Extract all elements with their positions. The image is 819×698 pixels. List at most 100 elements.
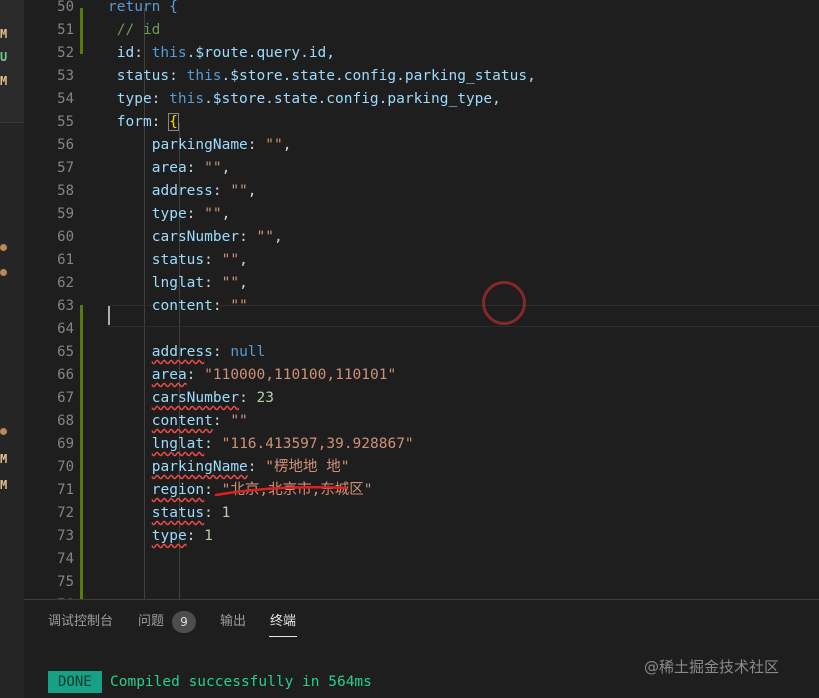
code-token: , (221, 160, 231, 176)
code-line: status: "", (152, 249, 248, 272)
code-token: : (212, 183, 231, 199)
line-number: 61 (57, 252, 74, 268)
line-number: 73 (57, 528, 74, 544)
code-token: : (247, 459, 266, 475)
line-number: 72 (57, 505, 74, 521)
code-line: lnglat: "116.413597,39.928867" (152, 433, 414, 456)
bottom-panel: 调试控制台 问题 9 输出 终端 DONE Compiled successfu… (24, 599, 819, 698)
code-token: : (151, 114, 170, 130)
code-line: id: this.$route.query.id, (117, 42, 335, 65)
code-line: content: "" (152, 410, 248, 433)
tab-debug-console[interactable]: 调试控制台 (48, 613, 113, 631)
code-token: form (116, 114, 152, 130)
code-token: "110000,110100,110101" (204, 367, 397, 383)
line-number: 67 (57, 390, 74, 406)
red-annotation-underline (214, 486, 348, 497)
code-token: "116.413597,39.928867" (221, 436, 414, 452)
code-token: "" (230, 183, 248, 199)
code-token: .$route.query.id, (186, 45, 336, 61)
code-line: area: "", (152, 157, 231, 180)
code-token: : (186, 160, 205, 176)
code-line: address: "", (152, 180, 257, 203)
code-line: type: this.$store.state.config.parking_t… (117, 88, 501, 111)
code-token: status (151, 505, 205, 521)
code-token: null (230, 344, 266, 360)
code-token: id (116, 45, 135, 61)
tab-terminal[interactable]: 终端 (270, 613, 296, 631)
text-cursor (108, 306, 110, 325)
code-token: return { (108, 0, 178, 15)
explorer-strip: M U M M M (0, 0, 24, 698)
code-token: , (239, 275, 248, 291)
code-token: status (151, 252, 205, 268)
git-status-modified: M (0, 74, 8, 88)
code-token: : (186, 206, 205, 222)
git-change-dot-icon (0, 244, 7, 251)
code-token: "" (265, 137, 283, 153)
code-token: lnglat (151, 436, 205, 452)
line-number: 51 (57, 22, 74, 38)
git-gutter-modified (80, 8, 83, 54)
code-token: addres (151, 344, 205, 360)
code-editor[interactable]: 50 return {51// id 52 id: this.$route.query… (24, 0, 819, 599)
code-token: lnglat (151, 275, 205, 291)
line-number: 63 (57, 298, 74, 314)
line-number: 55 (57, 114, 74, 130)
line-number: 74 (57, 551, 74, 567)
code-token: region (151, 482, 205, 498)
line-number: 65 (57, 344, 74, 360)
git-change-dot-icon (0, 269, 7, 276)
code-token: "" (230, 413, 248, 429)
code-line: status: 1 (152, 502, 231, 525)
code-token: , (274, 229, 283, 245)
code-token: parkingName (151, 459, 248, 475)
code-token: , (221, 206, 231, 222)
code-token: : (204, 275, 222, 291)
line-number: 68 (57, 413, 74, 429)
tab-output[interactable]: 输出 (220, 613, 246, 631)
git-change-dot-icon (0, 428, 7, 435)
code-token: type (151, 528, 187, 544)
code-token: content (151, 298, 213, 314)
code-token: status (116, 68, 170, 84)
code-token: { (168, 113, 179, 131)
code-token: s (204, 344, 213, 360)
code-line: carsNumber: 23 (152, 387, 274, 410)
git-status-modified: M (0, 478, 8, 492)
code-token: this (186, 68, 222, 84)
explorer-divider (0, 122, 24, 123)
terminal-output: Compiled successfully in 564ms (110, 674, 372, 690)
code-token: , (239, 252, 248, 268)
code-token: content (151, 413, 213, 429)
code-line: content: "" (152, 295, 248, 318)
done-badge: DONE (48, 671, 102, 693)
code-token: "楞地地 地" (265, 459, 350, 475)
line-number: 58 (57, 183, 74, 199)
code-token: carsNumber (151, 390, 240, 406)
code-line: form: { (116, 111, 179, 134)
line-number: 70 (57, 459, 74, 475)
line-number: 53 (57, 68, 74, 84)
code-token: "" (204, 160, 222, 176)
line-number: 50 (57, 0, 74, 15)
code-line: status: this.$store.state.config.parking… (117, 65, 536, 88)
code-token: , (282, 137, 292, 153)
code-token: : (212, 298, 231, 314)
code-token: "" (221, 252, 240, 268)
code-line: area: "110000,110100,110101" (152, 364, 396, 387)
code-token: 23 (256, 390, 274, 406)
line-number: 71 (57, 482, 74, 498)
code-token: 1 (204, 528, 213, 544)
line-number: 54 (57, 91, 74, 107)
active-tab-indicator (269, 636, 297, 637)
code-token: : (212, 344, 231, 360)
code-token: 1 (221, 505, 231, 521)
code-token: this (151, 45, 187, 61)
git-status-modified: M (0, 27, 8, 41)
line-number: 59 (57, 206, 74, 222)
code-token: .$store.state.config.parking_type, (204, 91, 501, 107)
code-token: : (134, 45, 152, 61)
code-token: .$store.state.config.parking_status, (221, 68, 536, 84)
tab-problems[interactable]: 问题 (138, 613, 164, 631)
watermark: @稀土掘金技术社区 (644, 658, 780, 676)
